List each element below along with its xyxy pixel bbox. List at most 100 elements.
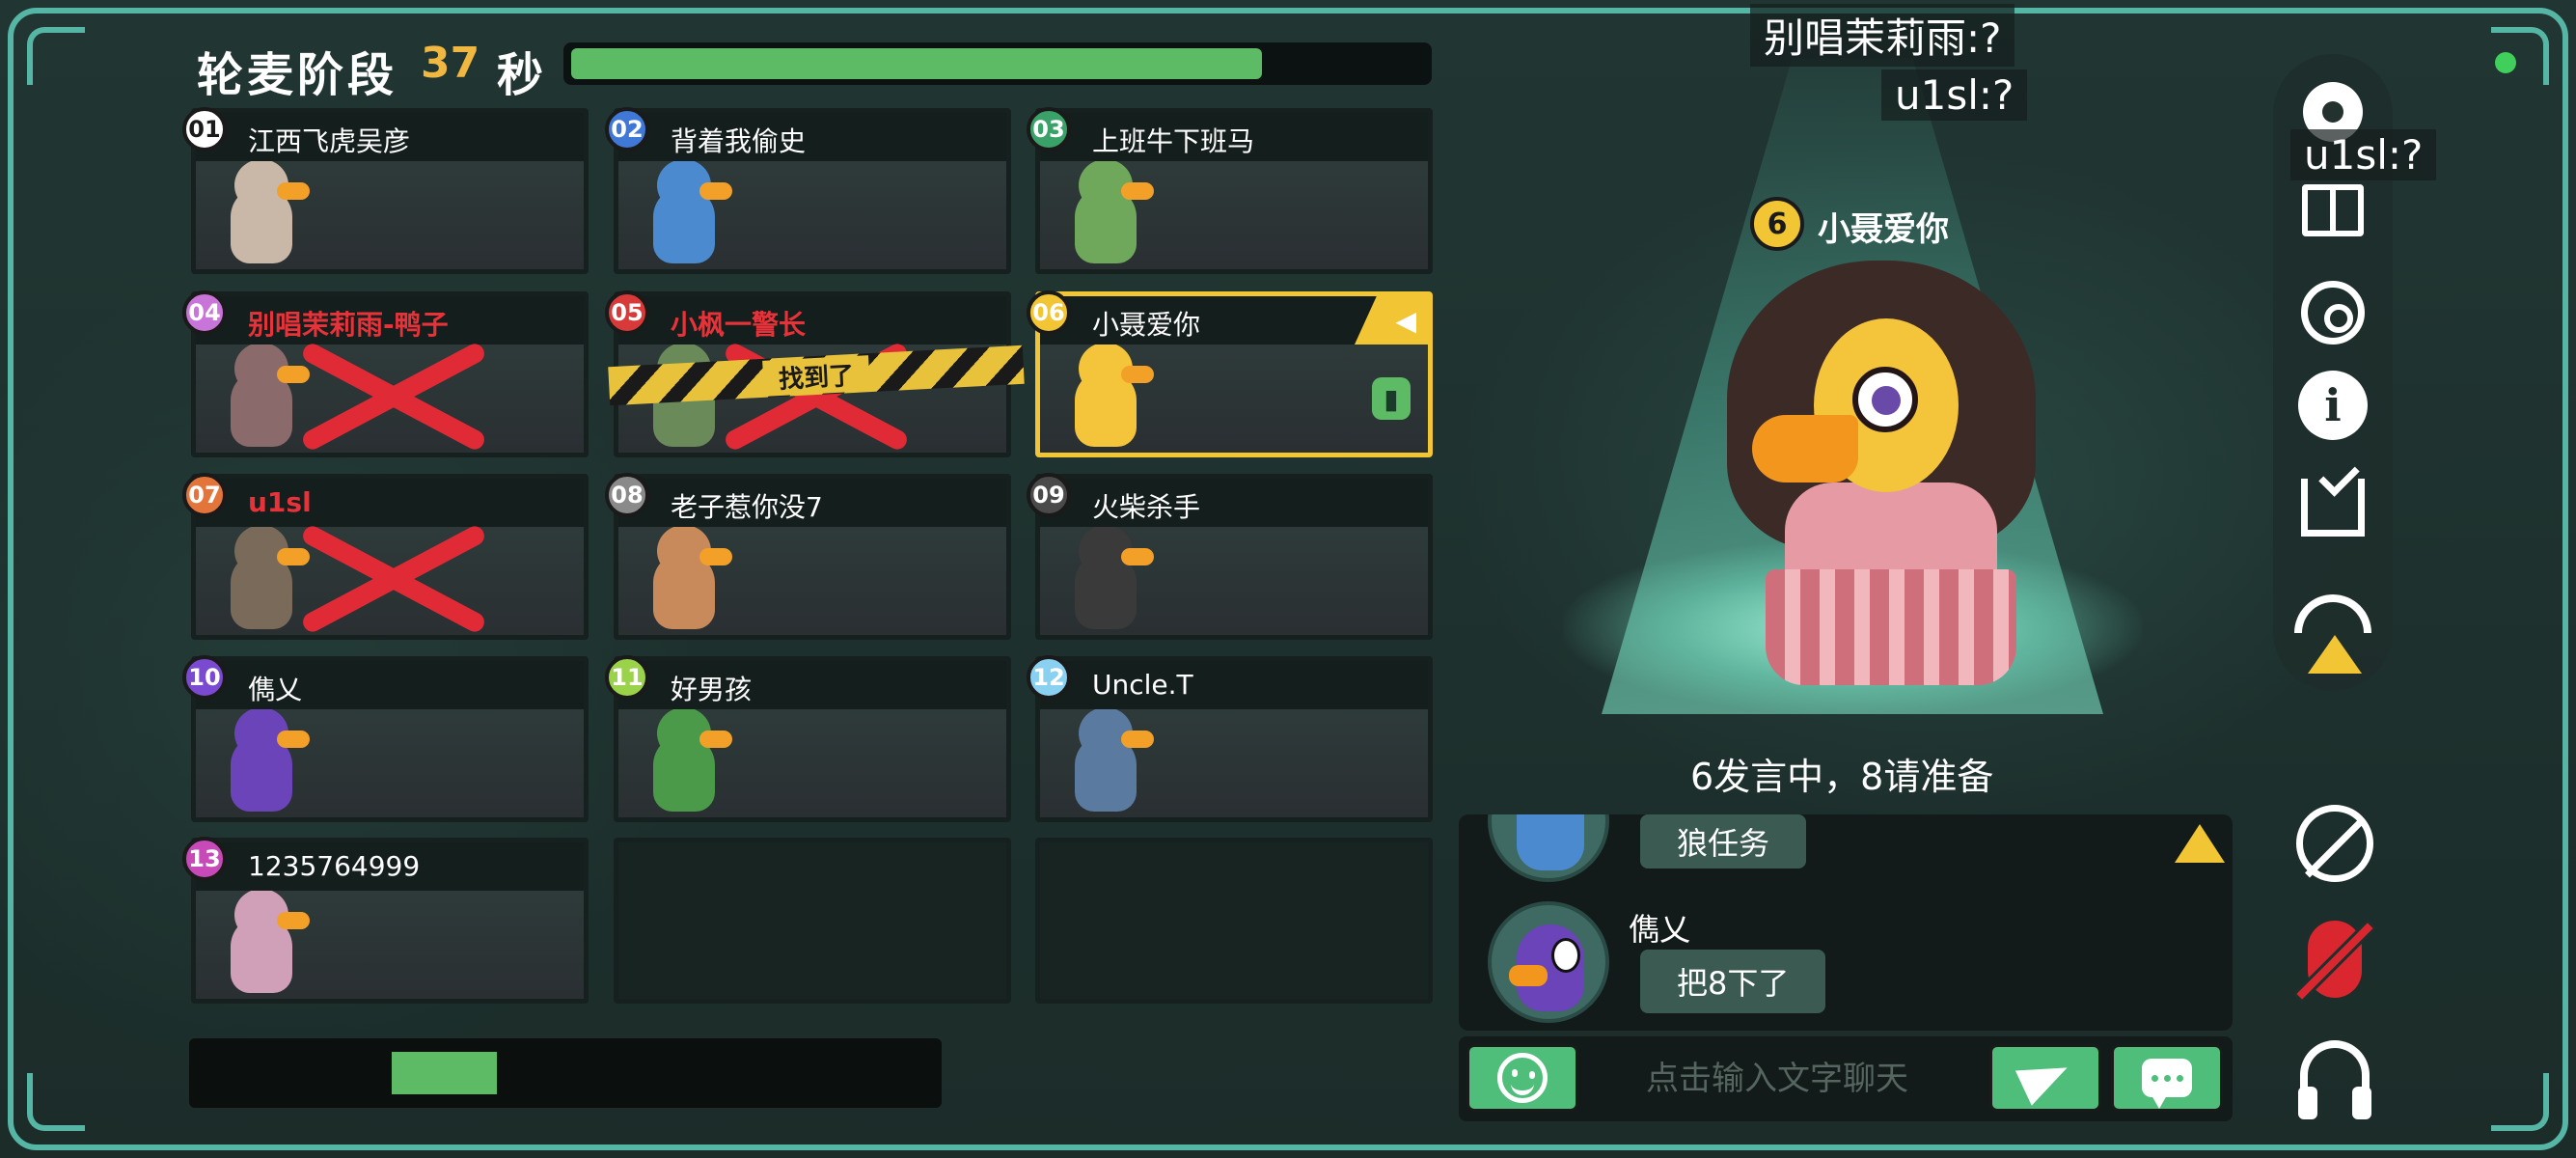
player-avatar	[221, 709, 314, 813]
info-button[interactable]: i	[2294, 367, 2371, 444]
player-number-badge: 12	[1027, 655, 1071, 700]
replay-button[interactable]	[2294, 274, 2371, 351]
player-name: 别唱茉莉雨-鸭子	[248, 309, 449, 341]
mic-icon: ▮	[1372, 377, 1411, 420]
player-name: 1235764999	[248, 850, 421, 882]
headset-icon	[2298, 1040, 2371, 1119]
player-name: 小枫一警长	[671, 309, 807, 341]
player-number-badge: 10	[182, 655, 227, 700]
hide-icon	[2296, 805, 2373, 882]
player-name: 儁乂	[248, 674, 303, 705]
mic-muted-icon	[2308, 921, 2362, 998]
emoji-button[interactable]	[1466, 1044, 1578, 1112]
book-icon	[2302, 184, 2364, 236]
player-card[interactable]: 03 上班牛下班马	[1027, 107, 1433, 274]
info-icon: i	[2298, 371, 2368, 440]
player-card[interactable]: 12 Uncle.T	[1027, 655, 1433, 822]
empty-seat	[614, 838, 1011, 1004]
player-scene	[618, 161, 1006, 269]
chat-avatar	[1488, 901, 1609, 1023]
player-card[interactable]: 10 儁乂	[182, 655, 589, 822]
frame-corner	[27, 1073, 85, 1131]
player-card[interactable]: 01 江西飞虎吴彦	[182, 107, 589, 274]
chat-message: 狼任务	[1640, 814, 1807, 868]
player-avatar	[644, 161, 736, 265]
tape-label: 找到了	[762, 354, 870, 397]
collapse-menu-icon[interactable]	[2308, 635, 2362, 674]
player-number-badge: 02	[605, 107, 649, 152]
player-card[interactable]: 09 火柴杀手	[1027, 473, 1433, 640]
hide-button[interactable]	[2288, 797, 2381, 890]
player-avatar	[221, 527, 314, 631]
player-name: 江西飞虎吴彦	[248, 125, 411, 157]
player-name: 上班牛下班马	[1092, 125, 1255, 157]
player-avatar	[644, 527, 736, 631]
bottom-status-bar	[189, 1038, 942, 1108]
player-card[interactable]: 08 老子惹你没7	[605, 473, 1011, 640]
player-card[interactable]: 11 好男孩	[605, 655, 1011, 822]
player-name: 背着我偷史	[671, 125, 807, 157]
rules-button[interactable]	[2294, 172, 2371, 249]
speaker-avatar	[1708, 261, 2074, 685]
player-avatar	[1065, 709, 1158, 813]
chat-message: 把8下了	[1640, 950, 1826, 1013]
chat-log[interactable]: 狼任务 儁乂 把8下了	[1459, 814, 2233, 1031]
phase-countdown: 37	[421, 39, 480, 88]
player-number-badge: 06	[1027, 290, 1071, 335]
connection-status-dot	[2495, 52, 2516, 73]
player-number-badge: 05	[605, 290, 649, 335]
send-button[interactable]	[1989, 1044, 2101, 1112]
chat-input-bar	[1459, 1036, 2233, 1121]
player-card[interactable]: 13 1235764999	[182, 837, 589, 1004]
chat-scroll-up-icon[interactable]	[2175, 824, 2225, 863]
quick-chat-button[interactable]	[2111, 1044, 2223, 1112]
player-number-badge: 08	[605, 473, 649, 517]
phase-timer-fill	[571, 48, 1262, 79]
whisper-text: 别唱茉莉雨:?	[1750, 4, 2015, 67]
empty-seat	[1035, 838, 1433, 1004]
player-scene	[618, 527, 1006, 635]
player-card[interactable]: 02 背着我偷史	[605, 107, 1011, 274]
frame-corner	[27, 27, 85, 85]
phase-title: 轮麦阶段	[197, 48, 398, 102]
player-name: 好男孩	[671, 674, 753, 705]
more-button[interactable]	[2294, 556, 2371, 633]
player-card[interactable]: 05 小枫一警长找到了	[605, 290, 1025, 457]
player-card[interactable]: 04 别唱茉莉雨-鸭子	[182, 290, 589, 457]
player-card[interactable]: 07 u1sl	[182, 473, 589, 640]
phase-countdown-unit: 秒	[497, 48, 544, 102]
player-avatar	[1065, 527, 1158, 631]
bottom-status-fill	[392, 1052, 497, 1094]
player-name: 老子惹你没7	[671, 491, 823, 523]
player-avatar	[1065, 161, 1158, 265]
player-card[interactable]: 06 小聂爱你 ◀ ▮	[1027, 290, 1433, 457]
player-scene	[1040, 709, 1428, 817]
mic-toggle-button[interactable]	[2288, 913, 2381, 1006]
player-avatar	[644, 709, 736, 813]
player-number-badge: 13	[182, 837, 227, 881]
map-icon	[2294, 594, 2371, 633]
player-number-badge: 11	[605, 655, 649, 700]
player-number-badge: 07	[182, 473, 227, 517]
speaker-name: 小聂爱你	[1818, 210, 1949, 249]
audio-button[interactable]	[2288, 1025, 2381, 1119]
player-scene	[196, 891, 584, 999]
player-avatar	[221, 345, 314, 449]
player-scene	[196, 527, 584, 635]
player-name: u1sl	[248, 486, 312, 518]
frame-corner	[2491, 1073, 2549, 1131]
tasks-button[interactable]	[2294, 469, 2371, 546]
player-scene	[618, 709, 1006, 817]
chat-avatar	[1488, 814, 1609, 882]
player-scene	[196, 709, 584, 817]
player-scene	[196, 345, 584, 453]
checklist-icon	[2301, 479, 2365, 537]
player-scene	[1040, 345, 1428, 453]
player-name: 火柴杀手	[1092, 491, 1201, 523]
chat-input[interactable]	[1594, 1046, 1960, 1112]
send-icon	[2014, 1050, 2076, 1106]
player-scene	[1040, 527, 1428, 635]
player-name: Uncle.T	[1092, 669, 1193, 701]
whisper-text: u1sl:?	[1881, 69, 2028, 121]
player-avatar	[1065, 345, 1158, 449]
